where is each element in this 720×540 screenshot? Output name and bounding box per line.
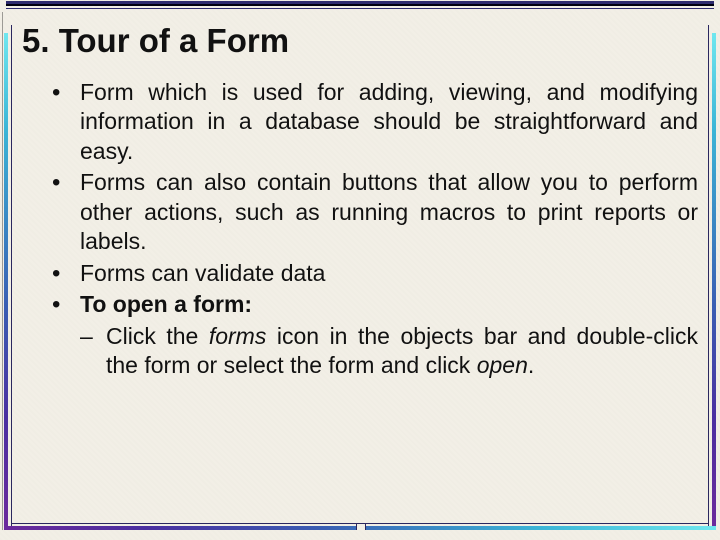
italic-text: open bbox=[477, 352, 528, 378]
slide-title: 5. Tour of a Form bbox=[22, 22, 698, 60]
bullet-list: Form which is used for adding, viewing, … bbox=[52, 78, 698, 380]
sub-list: Click the forms icon in the objects bar … bbox=[80, 322, 698, 381]
bullet-item: Forms can also contain buttons that allo… bbox=[52, 168, 698, 256]
italic-text: forms bbox=[209, 323, 267, 349]
slide-content: 5. Tour of a Form Form which is used for… bbox=[22, 22, 698, 514]
bullet-item: Forms can validate data bbox=[52, 259, 698, 288]
text: Click the bbox=[106, 323, 209, 349]
slide: 5. Tour of a Form Form which is used for… bbox=[0, 0, 720, 540]
bullet-item: To open a form: Click the forms icon in … bbox=[52, 290, 698, 380]
bullet-item: Form which is used for adding, viewing, … bbox=[52, 78, 698, 166]
sub-item: Click the forms icon in the objects bar … bbox=[80, 322, 698, 381]
bullet-bold-label: To open a form: bbox=[80, 291, 252, 317]
top-rule bbox=[0, 0, 720, 10]
text: . bbox=[528, 352, 534, 378]
